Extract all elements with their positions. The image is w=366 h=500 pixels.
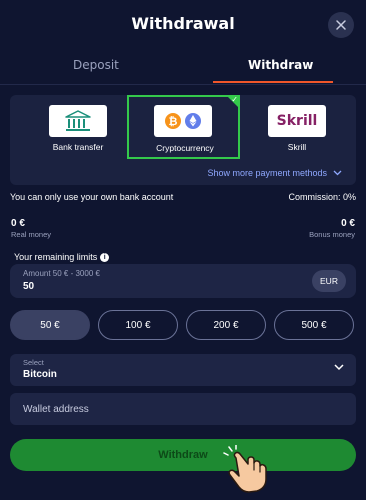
show-more-methods-link[interactable]: Show more payment methods	[207, 168, 342, 178]
skrill-logo-text: Skrill	[276, 113, 318, 129]
amount-field[interactable]: Amount 50 € - 3000 € 50 EUR	[10, 264, 356, 298]
remaining-limits-label: Your remaining limits	[14, 252, 98, 262]
amount-input[interactable]: 50	[23, 281, 34, 292]
bank-icon	[65, 110, 91, 131]
bonus-money-value: 0 €	[341, 218, 355, 229]
withdraw-button[interactable]: Withdraw	[10, 439, 356, 471]
method-label: Bank transfer	[52, 142, 104, 152]
pointing-hand-icon	[223, 445, 267, 493]
tab-withdraw[interactable]: Withdraw	[248, 58, 313, 72]
own-account-notice: You can only use your own bank account	[10, 192, 174, 202]
preset-200-button[interactable]: 200 €	[186, 310, 266, 340]
active-tab-indicator	[213, 81, 333, 83]
divider	[0, 84, 366, 85]
payment-methods-panel: Bank transfer ₿ Cryptocurrency ✓ Skrill …	[10, 95, 356, 185]
tab-bar: Deposit Withdraw	[0, 52, 366, 86]
close-icon	[336, 20, 346, 30]
real-money-value: 0 €	[11, 218, 25, 229]
bitcoin-icon: ₿	[165, 113, 181, 129]
chevron-down-icon	[334, 364, 344, 371]
method-cryptocurrency[interactable]: ₿ Cryptocurrency ✓	[127, 95, 240, 159]
preset-50-button[interactable]: 50 €	[10, 310, 90, 340]
tab-deposit[interactable]: Deposit	[73, 58, 119, 72]
method-label: Cryptocurrency	[156, 143, 214, 153]
select-value: Bitcoin	[23, 369, 57, 380]
preset-100-button[interactable]: 100 €	[98, 310, 178, 340]
preset-amounts: 50 € 100 € 200 € 500 €	[10, 310, 356, 340]
skrill-logo: Skrill	[268, 105, 326, 137]
method-label: Skrill	[287, 142, 307, 152]
wallet-address-input[interactable]: Wallet address	[10, 393, 356, 425]
info-row: You can only use your own bank account C…	[10, 192, 356, 206]
method-skrill[interactable]: Skrill Skrill	[255, 95, 366, 157]
preset-500-button[interactable]: 500 €	[274, 310, 354, 340]
crypto-logo: ₿	[154, 105, 212, 137]
bank-logo	[49, 105, 107, 137]
remaining-limits[interactable]: Your remaining limits i	[14, 252, 110, 262]
check-icon: ✓	[231, 95, 238, 104]
close-button[interactable]	[328, 12, 354, 38]
show-more-label: Show more payment methods	[207, 168, 327, 178]
currency-badge: EUR	[312, 270, 346, 292]
commission-text: Commission: 0%	[288, 192, 356, 202]
crypto-select[interactable]: Select Bitcoin	[10, 354, 356, 386]
modal-header: Withdrawal	[0, 0, 366, 48]
info-icon[interactable]: i	[100, 252, 110, 262]
select-placeholder: Select	[23, 358, 44, 367]
wallet-address-placeholder: Wallet address	[23, 403, 89, 415]
real-money-label: Real money	[11, 230, 52, 239]
svg-text:₿: ₿	[169, 115, 178, 128]
amount-placeholder: Amount 50 € - 3000 €	[23, 269, 100, 278]
modal-title: Withdrawal	[131, 14, 235, 33]
bonus-money-label: Bonus money	[309, 230, 355, 239]
chevron-down-icon	[333, 170, 342, 176]
ethereum-icon	[185, 113, 201, 129]
